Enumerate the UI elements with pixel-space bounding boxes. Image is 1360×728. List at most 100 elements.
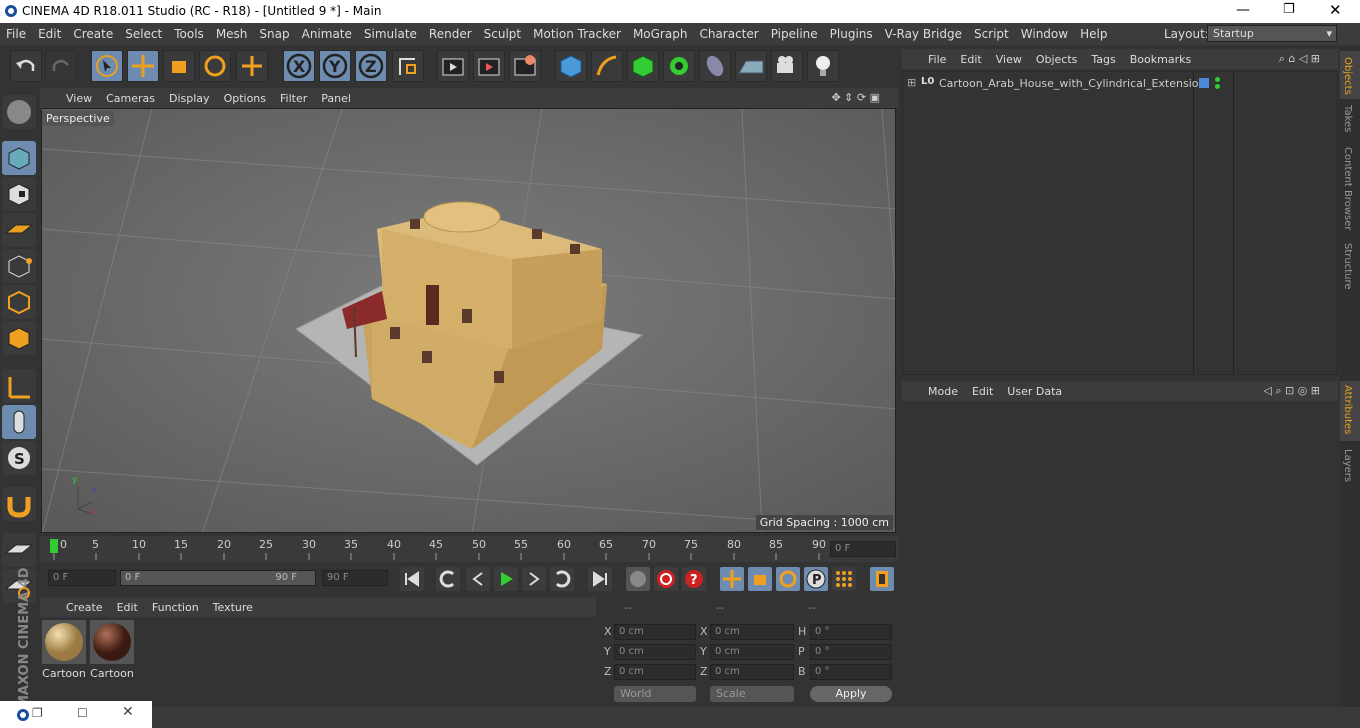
- close-icon[interactable]: ✕: [122, 704, 134, 720]
- menu-render[interactable]: Render: [423, 27, 478, 41]
- light-button[interactable]: [807, 50, 839, 82]
- material-menu-function[interactable]: Function: [152, 601, 199, 614]
- material-menu-create[interactable]: Create: [66, 601, 103, 614]
- y-axis-button[interactable]: Y: [319, 50, 351, 82]
- objects-menu-view[interactable]: View: [996, 53, 1022, 66]
- end-frame-field[interactable]: 90 F: [322, 570, 388, 586]
- menu-edit[interactable]: Edit: [32, 27, 67, 41]
- pen-spline-button[interactable]: [591, 50, 623, 82]
- apply-button[interactable]: Apply: [810, 686, 892, 702]
- next-key-icon[interactable]: [550, 567, 574, 591]
- keyframe-selection-icon[interactable]: ?: [682, 567, 706, 591]
- material-menu-edit[interactable]: Edit: [117, 601, 138, 614]
- minimize-button[interactable]: —: [1236, 2, 1250, 18]
- menu-simulate[interactable]: Simulate: [358, 27, 423, 41]
- record-keys-icon[interactable]: [626, 567, 650, 591]
- layer-color-icon[interactable]: [1199, 78, 1209, 88]
- menu-motion-tracker[interactable]: Motion Tracker: [527, 27, 627, 41]
- subdivision-surface-button[interactable]: [627, 50, 659, 82]
- axis-mode-button[interactable]: [2, 369, 36, 403]
- tab-takes[interactable]: Takes: [1340, 101, 1360, 139]
- previous-key-icon[interactable]: [436, 567, 460, 591]
- menu-plugins[interactable]: Plugins: [824, 27, 879, 41]
- object-name[interactable]: Cartoon_Arab_House_with_Cylindrical_Exte…: [939, 77, 1205, 90]
- viewport-menu-options[interactable]: Options: [224, 92, 266, 105]
- edges-mode-button[interactable]: [2, 285, 36, 319]
- rotate-button[interactable]: [199, 50, 231, 82]
- material-swatch[interactable]: Cartoon: [90, 620, 134, 680]
- expand-icon[interactable]: ⊞: [907, 76, 916, 89]
- rotation-b-field[interactable]: 0 °: [810, 664, 892, 680]
- viewport-menu-filter[interactable]: Filter: [280, 92, 307, 105]
- objects-menu-objects[interactable]: Objects: [1036, 53, 1078, 66]
- key-rotation-icon[interactable]: [776, 567, 800, 591]
- editor-visibility-icon[interactable]: [1215, 77, 1220, 82]
- menu-mesh[interactable]: Mesh: [210, 27, 254, 41]
- live-selection-button[interactable]: [91, 50, 123, 82]
- coordinate-space-select[interactable]: World: [614, 686, 696, 702]
- tab-content-browser[interactable]: Content Browser: [1340, 143, 1360, 235]
- tweak-mode-button[interactable]: [2, 405, 36, 439]
- tab-objects[interactable]: Objects: [1340, 51, 1360, 99]
- play-icon[interactable]: [494, 567, 518, 591]
- size-mode-select[interactable]: Scale: [710, 686, 794, 702]
- workplane-lock-button[interactable]: [2, 533, 36, 567]
- menu-pipeline[interactable]: Pipeline: [765, 27, 824, 41]
- rotation-p-field[interactable]: 0 °: [810, 644, 892, 660]
- menu-window[interactable]: Window: [1015, 27, 1074, 41]
- maximize-button[interactable]: ❐: [1283, 2, 1295, 17]
- render-settings-button[interactable]: [509, 50, 541, 82]
- menu-sculpt[interactable]: Sculpt: [478, 27, 527, 41]
- menu-tools[interactable]: Tools: [168, 27, 210, 41]
- move-button[interactable]: [127, 50, 159, 82]
- viewport-menu-cameras[interactable]: Cameras: [106, 92, 155, 105]
- attributes-menu-edit[interactable]: Edit: [972, 385, 993, 398]
- menu-select[interactable]: Select: [119, 27, 168, 41]
- tab-structure[interactable]: Structure: [1340, 239, 1360, 299]
- rotation-h-field[interactable]: 0 °: [810, 624, 892, 640]
- maximize-icon[interactable]: ☐: [77, 706, 88, 720]
- menu-mograph[interactable]: MoGraph: [627, 27, 694, 41]
- key-pla-icon[interactable]: [832, 567, 856, 591]
- position-x-field[interactable]: 0 cm: [614, 624, 696, 640]
- size-y-field[interactable]: 0 cm: [710, 644, 794, 660]
- size-z-field[interactable]: 0 cm: [710, 664, 794, 680]
- transform-button[interactable]: [236, 50, 268, 82]
- make-editable-button[interactable]: [2, 95, 36, 129]
- objects-menu-file[interactable]: File: [928, 53, 946, 66]
- attribute-nav-icons[interactable]: ◁ ⌕ ⊡ ◎ ⊞: [1263, 384, 1320, 398]
- object-manager-nav-icons[interactable]: ⌕ ⌂ ◁ ⊞: [1279, 52, 1320, 66]
- redo-button[interactable]: [45, 50, 77, 82]
- snap-button[interactable]: [2, 487, 36, 521]
- viewport-menu-panel[interactable]: Panel: [321, 92, 351, 105]
- undo-button[interactable]: [10, 50, 42, 82]
- attributes-menu-mode[interactable]: Mode: [928, 385, 958, 398]
- points-mode-button[interactable]: [2, 249, 36, 283]
- perspective-viewport[interactable]: y z x Perspective Grid Spacing : 1000 cm: [41, 108, 896, 533]
- deformer-button[interactable]: [699, 50, 731, 82]
- scale-button[interactable]: [163, 50, 195, 82]
- objects-menu-tags[interactable]: Tags: [1091, 53, 1115, 66]
- key-parameter-icon[interactable]: P: [804, 567, 828, 591]
- menu-vray-bridge[interactable]: V-Ray Bridge: [879, 27, 968, 41]
- go-to-end-icon[interactable]: [588, 567, 612, 591]
- go-to-start-icon[interactable]: [400, 567, 424, 591]
- timeline-window-icon[interactable]: [870, 567, 894, 591]
- current-frame-field[interactable]: 0 F: [830, 541, 896, 557]
- render-visibility-icon[interactable]: [1215, 84, 1220, 89]
- polygons-mode-button[interactable]: [2, 321, 36, 355]
- position-y-field[interactable]: 0 cm: [614, 644, 696, 660]
- material-swatch[interactable]: Cartoon: [42, 620, 86, 680]
- texture-mode-button[interactable]: [2, 177, 36, 211]
- model-mode-button[interactable]: [2, 141, 36, 175]
- previous-frame-icon[interactable]: [466, 567, 490, 591]
- menu-animate[interactable]: Animate: [296, 27, 358, 41]
- start-frame-field[interactable]: 0 F: [48, 570, 116, 586]
- menu-script[interactable]: Script: [968, 27, 1015, 41]
- cube-object-button[interactable]: [555, 50, 587, 82]
- x-axis-button[interactable]: X: [283, 50, 315, 82]
- frame-range-slider[interactable]: 0 F 90 F: [120, 570, 316, 586]
- size-x-field[interactable]: 0 cm: [710, 624, 794, 640]
- workplane-mode-button[interactable]: [2, 213, 36, 247]
- cloner-button[interactable]: [663, 50, 695, 82]
